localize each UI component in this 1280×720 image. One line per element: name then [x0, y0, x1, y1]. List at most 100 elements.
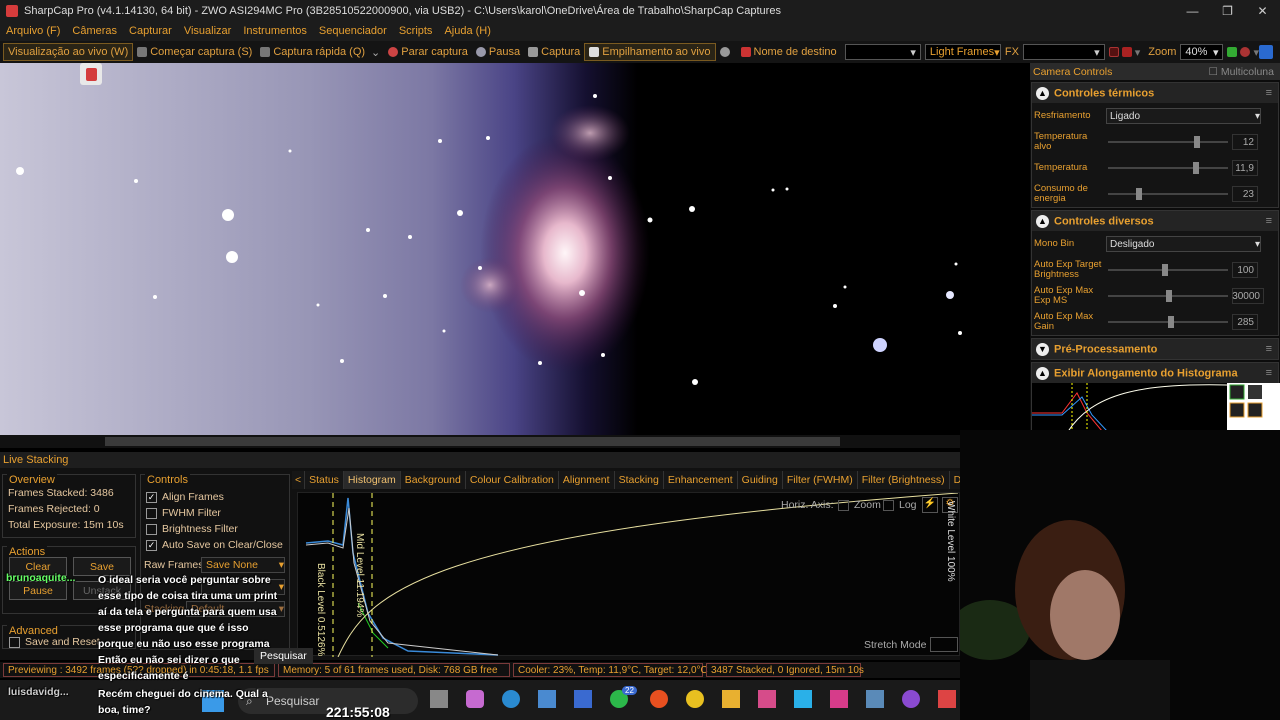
slider-knob[interactable] [1162, 264, 1168, 276]
ae-target-value[interactable]: 100 [1232, 262, 1258, 278]
menu-cameras[interactable]: Câmeras [66, 25, 123, 37]
start-capture-button[interactable]: Começar captura (S) [133, 43, 256, 61]
ae-maxexp-slider[interactable] [1108, 290, 1228, 302]
live-stacking-button[interactable]: Empilhamento ao vivo [584, 43, 716, 61]
tab-filter-fwhm[interactable]: Filter (FWHM) [783, 471, 858, 489]
stop-capture-button[interactable]: Parar captura [384, 43, 472, 61]
live-image-viewer[interactable] [0, 63, 1028, 435]
misc-controls-section: ▲ Controles diversos ≡ Mono Bin Desligado ▾ … [1031, 210, 1279, 336]
menu-view[interactable]: Visualizar [178, 25, 238, 37]
misc-controls-header[interactable]: ▲ Controles diversos ≡ [1032, 211, 1278, 231]
histogram-toggle[interactable]: ▾ [1223, 43, 1280, 61]
ae-maxgain-slider[interactable] [1108, 316, 1228, 328]
app-icon[interactable] [794, 690, 812, 708]
pause-button[interactable]: Pausa [472, 43, 524, 61]
cooling-dropdown[interactable]: Ligado ▾ [1106, 108, 1261, 124]
histogram-stretch-header[interactable]: ▲ Exibir Alongamento do Histograma ≡ [1032, 363, 1278, 383]
checkbox-icon[interactable] [883, 499, 894, 511]
mono-bin-value: Desligado [1110, 238, 1155, 250]
app-icon[interactable] [830, 690, 848, 708]
overlay-logo-icon[interactable] [80, 63, 102, 85]
quick-capture-button[interactable]: Captura rápida (Q) ⌄ [256, 43, 384, 61]
brightness-filter-checkbox[interactable]: Brightness Filter [146, 523, 238, 535]
close-button[interactable]: ✕ [1245, 0, 1280, 21]
checkbox-icon[interactable]: ✓ [146, 491, 157, 503]
black-level-label[interactable]: Black Level 0.5126% [315, 563, 326, 656]
target-temp-slider[interactable] [1108, 136, 1228, 148]
tab-background[interactable]: Background [401, 471, 466, 489]
capture-button[interactable]: Captura [524, 43, 584, 61]
store-icon[interactable] [538, 690, 556, 708]
sharpcap-icon[interactable] [938, 690, 956, 708]
minimize-button[interactable]: — [1175, 0, 1210, 21]
lightning-icon[interactable]: ⚡ [922, 497, 938, 513]
auto-save-checkbox[interactable]: ✓ Auto Save on Clear/Close [146, 539, 283, 551]
target-temp-value[interactable]: 12 [1232, 134, 1258, 150]
app-icon[interactable] [866, 690, 884, 708]
tab-status[interactable]: Status [305, 471, 344, 489]
live-view-button[interactable]: Visualização ao vivo (W) [3, 43, 134, 61]
checkbox-icon[interactable] [146, 507, 157, 519]
maximize-button[interactable]: ❐ [1210, 0, 1245, 21]
fwhm-filter-checkbox[interactable]: FWHM Filter [146, 507, 221, 519]
menu-capture[interactable]: Capturar [123, 25, 178, 37]
menu-sequencer[interactable]: Sequenciador [313, 25, 393, 37]
stack-histogram[interactable]: Horiz. Axis: Zoom Log ⚡ ⚙ Black Level 0.… [297, 492, 960, 657]
menu-file[interactable]: Arquivo (F) [0, 25, 66, 37]
copilot-icon[interactable] [466, 690, 484, 708]
tab-colour-calibration[interactable]: Colour Calibration [466, 471, 559, 489]
viewer-horizontal-scrollbar[interactable] [0, 435, 1028, 448]
slider-knob[interactable] [1168, 316, 1174, 328]
target-name-dropdown[interactable]: ▾ [844, 44, 921, 60]
tab-histogram[interactable]: Histogram [343, 471, 401, 489]
folder-icon[interactable] [722, 690, 740, 708]
collapse-icon: ▲ [1036, 214, 1049, 228]
checkbox-icon[interactable]: ✓ [146, 539, 157, 551]
scrollbar-thumb[interactable] [105, 437, 840, 446]
fx-dropdown[interactable]: ▾ [1022, 44, 1105, 60]
mini-histogram[interactable] [1032, 383, 1280, 434]
tab-filter-brightness[interactable]: Filter (Brightness) [858, 471, 950, 489]
tab-guiding[interactable]: Guiding [738, 471, 783, 489]
app-icon[interactable] [902, 690, 920, 708]
mono-bin-dropdown[interactable]: Desligado ▾ [1106, 236, 1261, 252]
ae-maxexp-value[interactable]: 30000 [1232, 288, 1264, 304]
ae-target-slider[interactable] [1108, 264, 1228, 276]
align-frames-checkbox[interactable]: ✓ Align Frames [146, 491, 224, 503]
menu-scripts[interactable]: Scripts [393, 25, 439, 37]
slider-knob[interactable] [1194, 136, 1201, 148]
tab-stacking[interactable]: Stacking [615, 471, 664, 489]
menu-icon[interactable]: ≡ [1266, 343, 1278, 355]
checkbox-icon[interactable] [838, 499, 849, 511]
stretch-mode-dropdown[interactable] [930, 637, 958, 652]
menu-tools[interactable]: Instrumentos [237, 25, 313, 37]
checkbox-icon[interactable] [146, 523, 157, 535]
tab-alignment[interactable]: Alignment [559, 471, 615, 489]
menu-icon[interactable]: ≡ [1266, 367, 1278, 379]
white-level-label[interactable]: White Level 100% [945, 501, 956, 582]
edge-icon[interactable] [502, 690, 520, 708]
chrome-icon[interactable] [686, 690, 704, 708]
red-overlay-button[interactable]: ▾ [1105, 43, 1145, 61]
tab-enhancement[interactable]: Enhancement [664, 471, 738, 489]
ae-maxgain-value[interactable]: 285 [1232, 314, 1258, 330]
task-view-icon[interactable] [430, 690, 448, 708]
zoom-checkbox[interactable]: Zoom [838, 499, 881, 511]
tabs-scroll-left-icon[interactable]: < [292, 471, 306, 489]
menu-icon[interactable]: ≡ [1266, 215, 1278, 227]
zoom-dropdown[interactable]: 40% ▾ [1180, 44, 1224, 60]
frame-type-dropdown[interactable]: Light Frames ▾ [924, 44, 1001, 60]
multicolumn-toggle[interactable]: ☐ Multicoluna [1209, 66, 1280, 78]
app-icon[interactable] [574, 690, 592, 708]
record-indicator[interactable] [716, 43, 737, 61]
tab-drift-graph[interactable]: Drift Gr [950, 471, 960, 489]
opera-icon[interactable] [650, 690, 668, 708]
slider-knob[interactable] [1165, 290, 1172, 302]
menu-help[interactable]: Ajuda (H) [438, 25, 496, 37]
preprocessing-header[interactable]: ▼ Pré-Processamento ≡ [1032, 339, 1278, 359]
log-checkbox[interactable]: Log [883, 499, 917, 511]
mid-level-label[interactable]: Mid Level 11.194% [354, 533, 365, 617]
thermal-controls-header[interactable]: ▲ Controles térmicos ≡ [1032, 83, 1278, 103]
menu-icon[interactable]: ≡ [1266, 87, 1278, 99]
app-icon[interactable] [758, 690, 776, 708]
